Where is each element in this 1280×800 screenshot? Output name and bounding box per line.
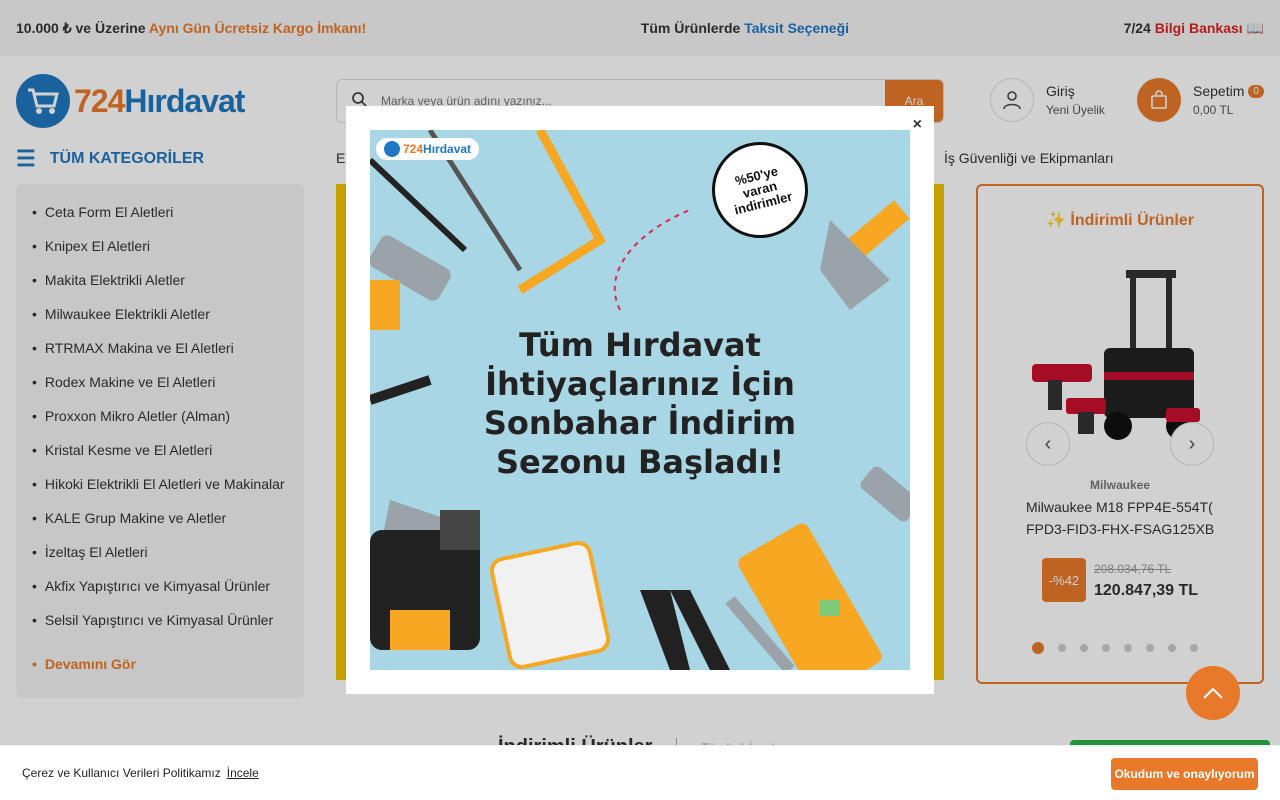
cookie-text: Çerez ve Kullanıcı Verileri Politikamız <box>22 766 221 780</box>
headline-line-2: İhtiyaçlarınız İçin <box>485 365 795 403</box>
promo-image[interactable]: 724 Hırdavat %50'ye varan indirimler Tüm … <box>370 130 910 670</box>
promo-headline: Tüm Hırdavat İhtiyaçlarınız İçin Sonbaha… <box>370 326 910 482</box>
logo-badge-icon <box>384 141 400 157</box>
scroll-to-top-button[interactable] <box>1186 666 1240 720</box>
cookie-accept-button[interactable]: Okudum ve onaylıyorum <box>1111 758 1258 790</box>
close-icon[interactable]: × <box>913 116 922 134</box>
cookie-policy-link[interactable]: İncele <box>227 766 259 780</box>
promo-logo-name: Hırdavat <box>423 142 472 156</box>
cookie-banner: Çerez ve Kullanıcı Verileri Politikamız … <box>0 745 1280 800</box>
promo-modal: × 724 Hırdavat %50'ye varan indirimler T… <box>346 106 934 694</box>
promo-logo-number: 724 <box>403 142 424 156</box>
arrow-up-icon <box>1203 687 1223 699</box>
headline-line-4: Sezonu Başladı! <box>495 443 785 481</box>
headline-line-3: Sonbahar İndirim <box>483 404 797 442</box>
headline-line-1: Tüm Hırdavat <box>519 326 761 364</box>
promo-logo: 724 Hırdavat <box>376 138 480 160</box>
